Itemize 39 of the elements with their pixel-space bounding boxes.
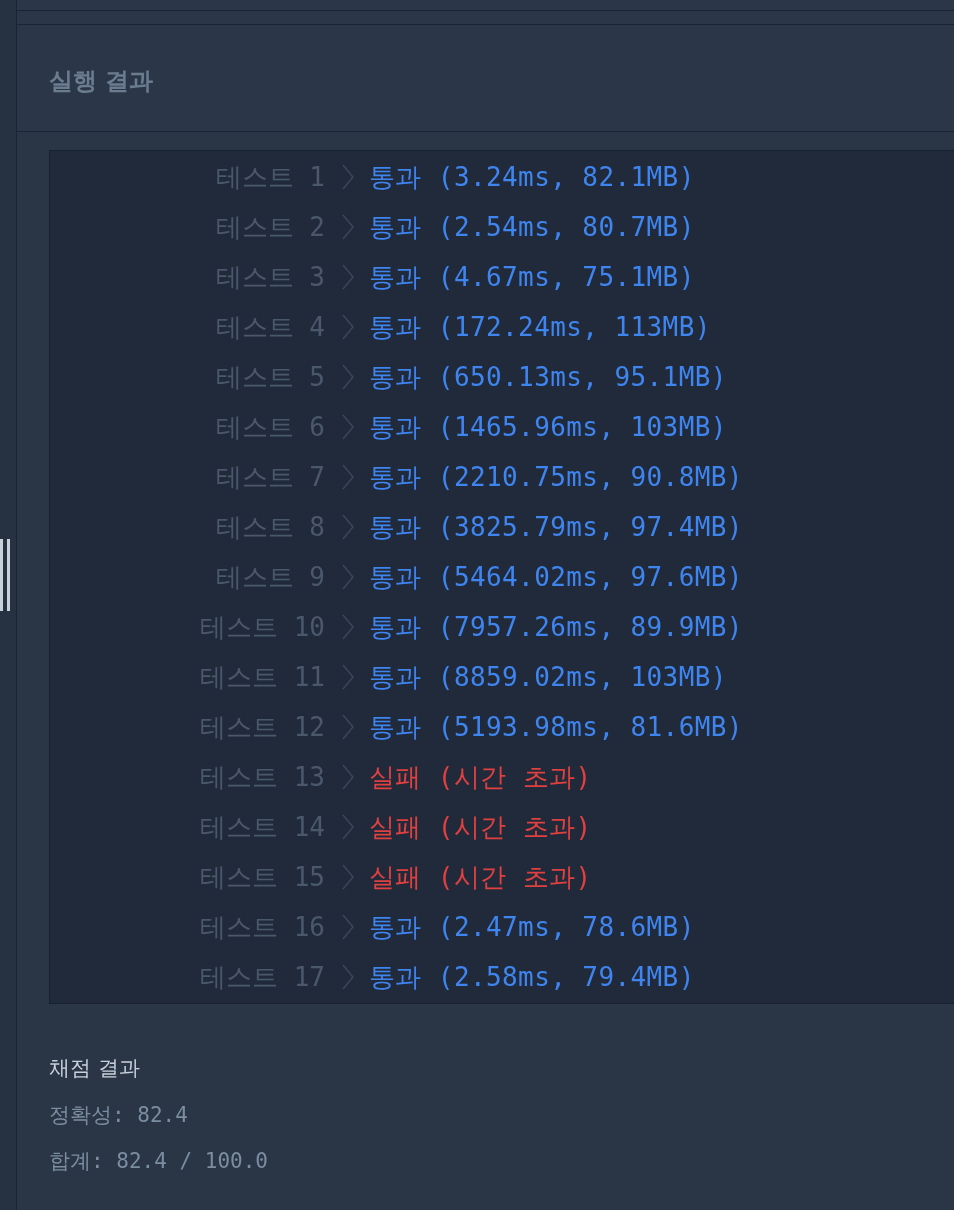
- chevron-right-icon: [342, 714, 354, 740]
- test-result: 실패 (시간 초과): [369, 810, 592, 844]
- chevron-right-icon: [342, 764, 354, 790]
- test-result: 통과 (172.24ms, 113MB): [369, 310, 711, 344]
- test-result: 통과 (3825.79ms, 97.4MB): [369, 510, 743, 544]
- chevron-right-icon: [342, 264, 354, 290]
- chevron-right-icon: [342, 164, 354, 190]
- test-result: 통과 (3.24ms, 82.1MB): [369, 160, 695, 194]
- test-result: 통과 (2.58ms, 79.4MB): [369, 960, 695, 994]
- test-result: 통과 (2210.75ms, 90.8MB): [369, 460, 743, 494]
- chevron-right-icon: [342, 214, 354, 240]
- test-result: 실패 (시간 초과): [369, 860, 592, 894]
- test-result: 통과 (4.67ms, 75.1MB): [369, 260, 695, 294]
- section-title: 실행 결과: [49, 66, 154, 97]
- chevron-right-icon: [342, 464, 354, 490]
- test-result: 통과 (5464.02ms, 97.6MB): [369, 560, 743, 594]
- chevron-right-icon: [342, 414, 354, 440]
- grading-title: 채점 결과: [49, 1055, 140, 1082]
- accuracy-score: 정확성: 82.4: [49, 1102, 188, 1128]
- chevron-right-icon: [342, 564, 354, 590]
- test-result: 통과 (1465.96ms, 103MB): [369, 410, 727, 444]
- test-result: 통과 (2.54ms, 80.7MB): [369, 210, 695, 244]
- chevron-right-icon: [342, 814, 354, 840]
- test-result: 통과 (2.47ms, 78.6MB): [369, 910, 695, 944]
- chevron-right-icon: [342, 314, 354, 340]
- chevron-right-icon: [342, 864, 354, 890]
- test-result: 통과 (8859.02ms, 103MB): [369, 660, 727, 694]
- chevron-right-icon: [342, 514, 354, 540]
- chevron-right-icon: [342, 964, 354, 990]
- test-result: 실패 (시간 초과): [369, 760, 592, 794]
- chevron-right-icon: [342, 664, 354, 690]
- total-score: 합계: 82.4 / 100.0: [49, 1148, 268, 1174]
- resize-handle-icon[interactable]: [0, 539, 11, 611]
- chevron-right-icon: [342, 914, 354, 940]
- test-result: 통과 (650.13ms, 95.1MB): [369, 360, 727, 394]
- chevron-right-icon: [342, 364, 354, 390]
- test-result: 통과 (7957.26ms, 89.9MB): [369, 610, 743, 644]
- test-result: 통과 (5193.98ms, 81.6MB): [369, 710, 743, 744]
- chevron-right-icon: [342, 614, 354, 640]
